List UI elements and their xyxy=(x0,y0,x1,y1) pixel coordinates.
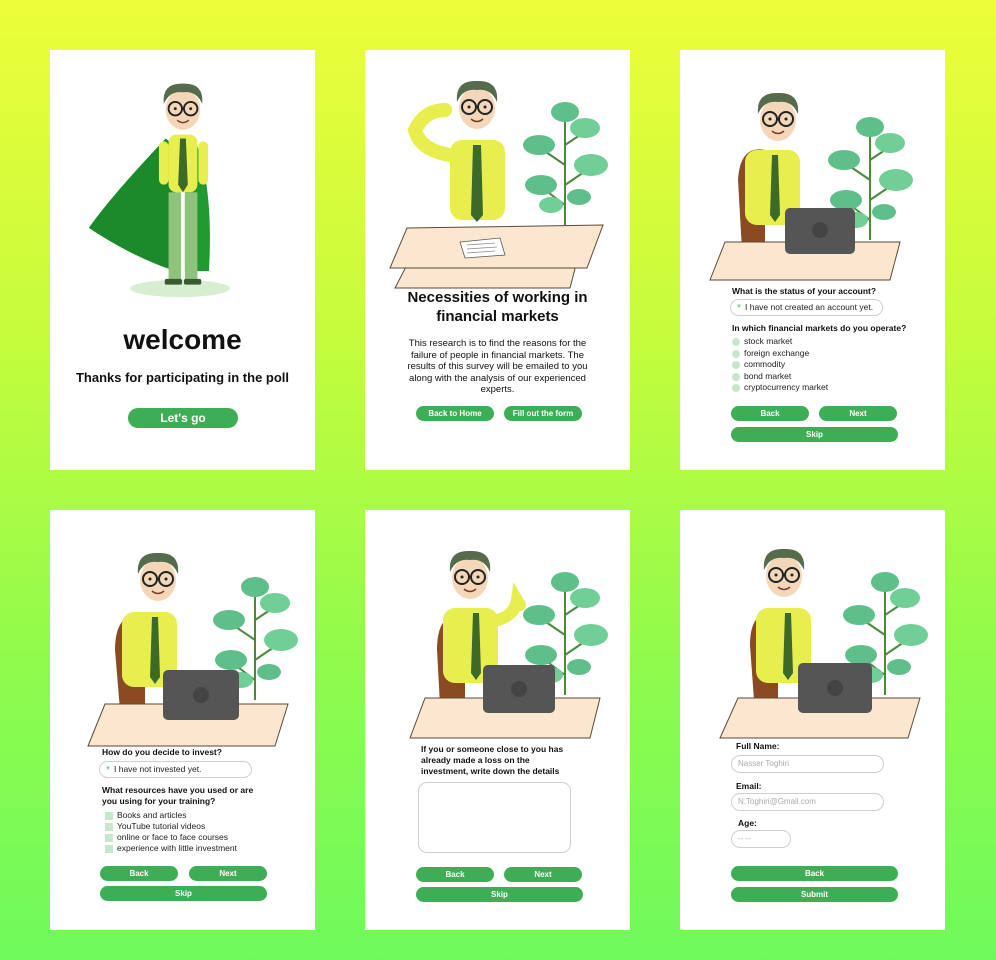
hero-character-illustration xyxy=(88,82,231,298)
account-screen: What is the status of your account? ▼ I … xyxy=(680,50,945,470)
laptop-character-illustration xyxy=(719,547,929,739)
age-input[interactable]: -- -- xyxy=(731,830,791,848)
option-foreign-exchange[interactable]: foreign exchange xyxy=(732,348,809,360)
skip-button[interactable]: Skip xyxy=(731,427,898,442)
next-button[interactable]: Next xyxy=(189,866,267,881)
option-cryptocurrency-market[interactable]: cryptocurrency market xyxy=(732,382,828,394)
details-screen: Full Name: Nasser Toghiri Email: N.Toghi… xyxy=(680,510,945,930)
dropdown-arrow-icon: ▼ xyxy=(105,766,111,772)
option-little-investment[interactable]: experience with little investment xyxy=(105,843,237,855)
laptop-character-illustration xyxy=(709,91,914,281)
back-button[interactable]: Back xyxy=(100,866,178,881)
resources-question: What resources have you used or are you … xyxy=(102,785,254,806)
welcome-screen: welcome Thanks for participating in the … xyxy=(50,50,315,470)
welcome-title: welcome xyxy=(123,324,242,355)
invest-decision-value: I have not invested yet. xyxy=(114,764,202,774)
full-name-input[interactable]: Nasser Toghiri xyxy=(731,755,884,773)
full-name-label: Full Name: xyxy=(736,741,780,751)
back-to-home-button[interactable]: Back to Home xyxy=(416,406,494,421)
option-courses[interactable]: online or face to face courses xyxy=(105,832,228,844)
account-status-value: I have not created an account yet. xyxy=(745,302,874,312)
welcome-subtitle: Thanks for participating in the poll xyxy=(75,370,290,385)
dropdown-arrow-icon: ▼ xyxy=(736,304,742,310)
intro-body: This research is to find the reasons for… xyxy=(407,338,588,395)
loss-details-textarea[interactable] xyxy=(418,782,571,853)
document-icon xyxy=(459,237,506,259)
option-books-articles[interactable]: Books and articles xyxy=(105,810,186,822)
invest-question: How do you decide to invest? xyxy=(102,747,222,757)
back-button[interactable]: Back xyxy=(731,406,809,421)
submit-button[interactable]: Submit xyxy=(731,887,898,902)
option-commodity[interactable]: commodity xyxy=(732,359,785,371)
next-button[interactable]: Next xyxy=(504,867,582,882)
email-label: Email: xyxy=(736,781,762,791)
fill-out-form-button[interactable]: Fill out the form xyxy=(504,406,582,421)
lets-go-button[interactable]: Let's go xyxy=(128,408,238,428)
option-stock-market[interactable]: stock market xyxy=(732,336,792,348)
markets-question: In which financial markets do you operat… xyxy=(732,323,907,333)
account-question: What is the status of your account? xyxy=(732,286,877,296)
email-input[interactable]: N.Toghiri@Gmail.com xyxy=(731,793,884,811)
next-button[interactable]: Next xyxy=(819,406,897,421)
loss-question: If you or someone close to you has alrea… xyxy=(421,744,564,776)
invest-screen: How do you decide to invest? ▼ I have no… xyxy=(50,510,315,930)
thinking-character-illustration xyxy=(389,79,609,289)
skip-button[interactable]: Skip xyxy=(100,886,267,901)
account-status-select[interactable]: ▼ I have not created an account yet. xyxy=(730,299,883,316)
option-youtube-videos[interactable]: YouTube tutorial videos xyxy=(105,821,205,833)
age-label: Age: xyxy=(738,818,757,828)
loss-screen: If you or someone close to you has alrea… xyxy=(365,510,630,930)
option-bond-market[interactable]: bond market xyxy=(732,371,791,383)
intro-screen: Necessities of working in financial mark… xyxy=(365,50,630,470)
laptop-character-illustration xyxy=(87,551,299,747)
skip-button[interactable]: Skip xyxy=(416,887,583,902)
invest-decision-select[interactable]: ▼ I have not invested yet. xyxy=(99,761,252,778)
intro-title: Necessities of working in financial mark… xyxy=(407,289,588,325)
back-button[interactable]: Back xyxy=(416,867,494,882)
back-button[interactable]: Back xyxy=(731,866,898,881)
laptop-character-illustration xyxy=(409,549,609,739)
